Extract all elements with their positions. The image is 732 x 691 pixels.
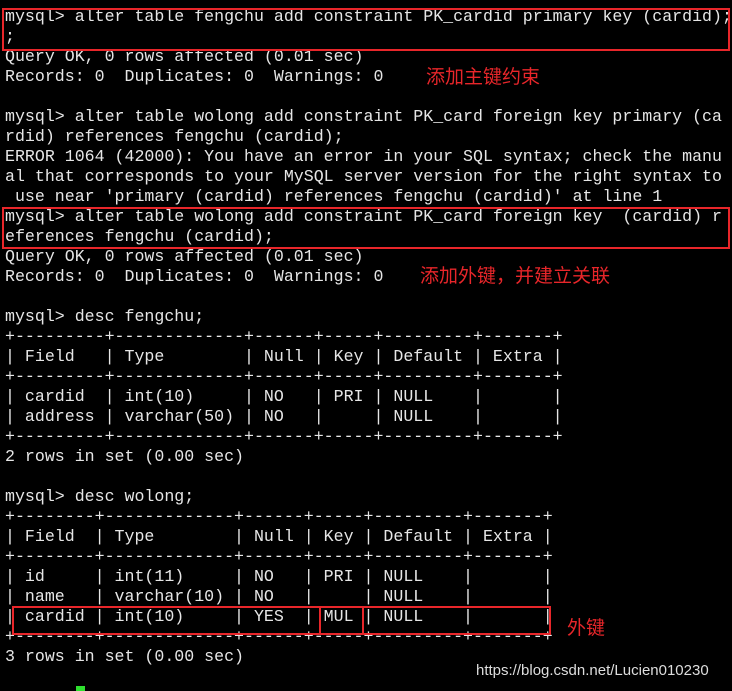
terminal-line: +---------+-------------+------+-----+--…: [5, 367, 563, 386]
terminal-line: ERROR 1064 (42000): You have an error in…: [5, 147, 722, 166]
terminal-line: mysql> desc fengchu;: [5, 307, 205, 326]
terminal-line: mysql> alter table wolong add constraint…: [5, 107, 722, 126]
terminal-line: +---------+-------------+------+-----+--…: [5, 427, 563, 446]
highlight-primary-key-command: [2, 8, 730, 51]
terminal-line: | cardid | int(10) | NO | PRI | NULL | |: [5, 387, 563, 406]
terminal-line: +---------+-------------+------+-----+--…: [5, 327, 563, 346]
terminal-line: Query OK, 0 rows affected (0.01 sec): [5, 247, 364, 266]
terminal-line: | Field | Type | Null | Key | Default | …: [5, 347, 563, 366]
terminal-line: | id | int(11) | NO | PRI | NULL | |: [5, 567, 553, 586]
terminal-line: +--------+-------------+------+-----+---…: [5, 507, 553, 526]
terminal-line: Records: 0 Duplicates: 0 Warnings: 0: [5, 267, 384, 286]
terminal-line: +--------+-------------+------+-----+---…: [5, 547, 553, 566]
terminal-line: rdid) references fengchu (cardid);: [5, 127, 344, 146]
terminal-line: Records: 0 Duplicates: 0 Warnings: 0: [5, 67, 384, 86]
terminal-cursor: [76, 686, 85, 691]
terminal-line: | name | varchar(10) | NO | | NULL | |: [5, 587, 553, 606]
terminal-line: | address | varchar(50) | NO | | NULL | …: [5, 407, 563, 426]
watermark: https://blog.csdn.net/Lucien010230: [476, 662, 709, 679]
highlight-mul-key: [319, 606, 364, 635]
terminal-output: mysql> alter table fengchu add constrain…: [5, 7, 732, 667]
annotation-foreign-key: 添加外键，并建立关联: [420, 265, 611, 287]
annotation-primary-key: 添加主键约束: [426, 66, 541, 88]
terminal-line: 2 rows in set (0.00 sec): [5, 447, 244, 466]
highlight-foreign-key-command: [2, 207, 730, 249]
highlight-cardid-row: [12, 606, 551, 635]
annotation-foreign-key-short: 外键: [567, 617, 606, 639]
terminal-line: | Field | Type | Null | Key | Default | …: [5, 527, 553, 546]
terminal-line: mysql> desc wolong;: [5, 487, 195, 506]
terminal-line: use near 'primary (cardid) references fe…: [5, 187, 663, 206]
terminal-line: al that corresponds to your MySQL server…: [5, 167, 722, 186]
